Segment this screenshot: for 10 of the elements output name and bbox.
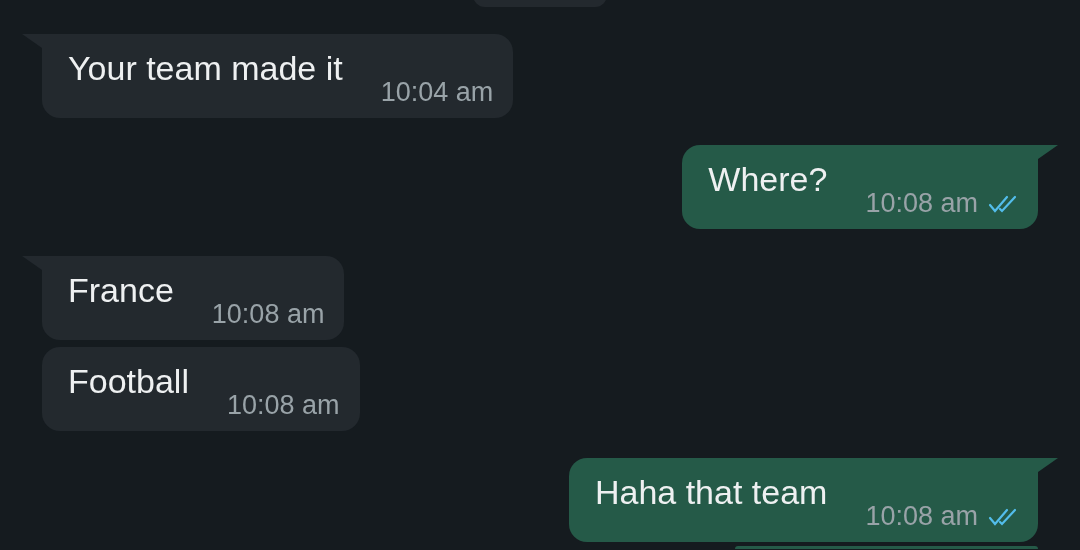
message-text: Your team made it [68,48,343,88]
message-time: 10:08 am [226,390,340,421]
message-time: 10:08 am [211,299,325,330]
message-text: France [68,270,174,310]
message-time: 10:08 am [865,501,978,532]
message-time: 10:08 am [865,188,978,219]
message-time: 10:04 am [380,77,494,108]
message-text: Football [68,361,189,401]
message-text: Where? [708,159,828,199]
message-text: Haha that team [594,472,828,512]
